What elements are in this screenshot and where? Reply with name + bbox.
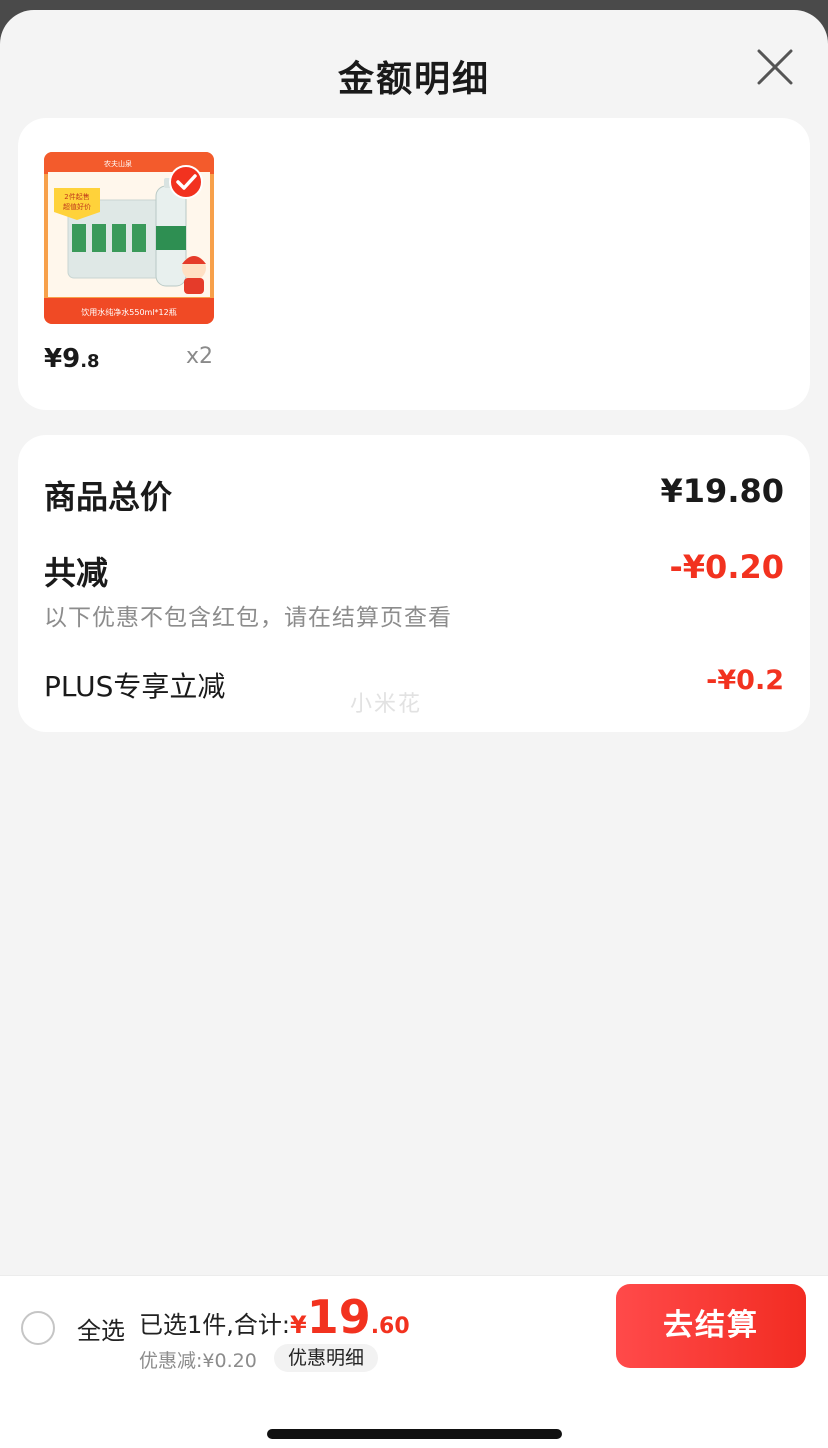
select-all-checkbox[interactable] [21,1311,55,1345]
total-price-label: 商品总价 [44,478,173,516]
total-price-value: ¥19.80 [660,472,784,510]
close-icon [757,49,793,85]
total-integer: 19 [306,1290,371,1344]
home-indicator-area [0,1375,828,1448]
selected-count-text: 已选1件,合计: [139,1311,290,1339]
discount-amount: 优惠减:¥0.20 [139,1350,257,1372]
discount-note: 以下优惠不包含红包，请在结算页查看 [44,605,452,631]
product-image[interactable]: 2件起售 超值好价 农夫山泉 饮用水纯净水550ml*12瓶 [44,152,214,324]
product-card: 2件起售 超值好价 农夫山泉 饮用水纯净水550ml*12瓶 ¥9.8 x2 [18,118,810,410]
svg-text:2件起售: 2件起售 [64,192,89,201]
price-integer: ¥9 [44,344,81,374]
checkout-bar: 全选 已选1件,合计:¥19.60 优惠减:¥0.20 优惠明细 去结算 [0,1275,828,1375]
plus-discount-label: PLUS专享立减 [44,670,226,703]
sheet-title: 金额明细 [337,59,490,100]
amount-detail-sheet: 金额明细 2件起售 超值好价 农夫山泉 饮用水纯净水550ml*12瓶 ¥9.8… [0,10,828,1448]
watermark: 小米花 [350,692,423,717]
total-currency: ¥ [289,1311,307,1339]
reduce-value: -¥0.20 [669,548,785,586]
water-bottle-pack-icon: 2件起售 超值好价 农夫山泉 饮用水纯净水550ml*12瓶 [44,152,214,324]
home-indicator[interactable] [267,1429,562,1439]
checkout-button[interactable]: 去结算 [616,1284,806,1368]
plus-discount-value: -¥0.2 [706,665,784,696]
discount-detail-button[interactable]: 优惠明细 [274,1344,379,1372]
svg-text:饮用水纯净水550ml*12瓶: 饮用水纯净水550ml*12瓶 [81,307,176,317]
product-price: ¥9.8 [44,344,100,374]
selected-total: 已选1件,合计:¥19.60 [139,1290,410,1344]
reduce-label: 共减 [44,554,109,592]
total-decimal: .60 [370,1314,410,1339]
product-quantity: x2 [186,344,214,369]
price-decimal: .8 [80,351,100,372]
close-button[interactable] [756,48,794,86]
svg-text:超值好价: 超值好价 [63,202,91,211]
svg-text:农夫山泉: 农夫山泉 [104,159,132,168]
select-all-label[interactable]: 全选 [77,1311,125,1346]
